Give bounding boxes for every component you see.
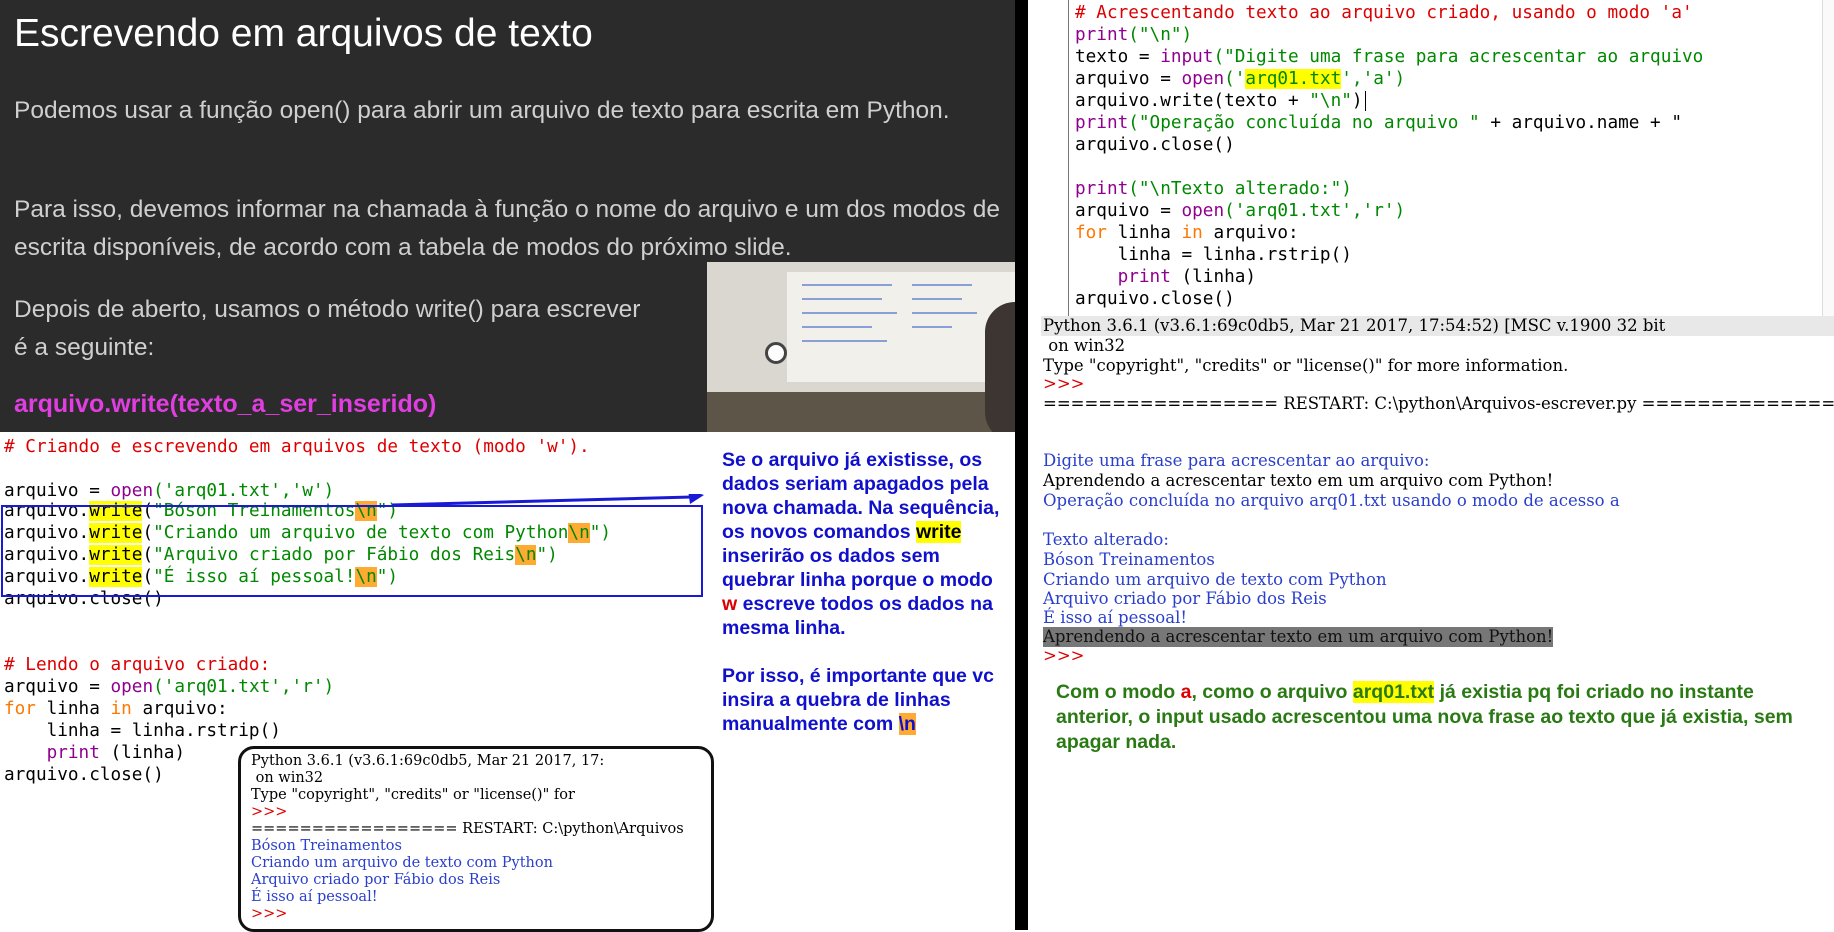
shell-prompt: >>> xyxy=(251,906,288,922)
shell-line: Python 3.6.1 (v3.6.1:69c0db5, Mar 21 201… xyxy=(251,753,605,769)
shell-operation-done: Operação concluída no arquivo arq01.txt … xyxy=(1043,491,1620,510)
shell-line: Type "copyright", "credits" or "license(… xyxy=(251,787,575,803)
shell-output-line: Arquivo criado por Fábio dos Reis xyxy=(1043,589,1327,608)
slide-paragraph-3: Depois de aberto, usamos o método write(… xyxy=(14,291,704,367)
shell-output-line: Arquivo criado por Fábio dos Reis xyxy=(251,872,501,888)
explanation-note: Se o arquivo já existisse, os dados seri… xyxy=(722,448,1012,760)
code-close-2: arquivo.close() xyxy=(4,765,164,785)
code-open-append: arquivo = open('arq01.txt','a') xyxy=(1075,69,1406,89)
slide-paragraph-2: Para isso, devemos informar na chamada à… xyxy=(14,196,1000,261)
code-for-loop-2: for linha in arquivo: xyxy=(1075,223,1299,243)
slide-panel: Escrevendo em arquivos de texto Podemos … xyxy=(0,0,1015,432)
note-paragraph-1: Se o arquivo já existisse, os dados seri… xyxy=(722,449,1000,639)
slide-title: Escrevendo em arquivos de texto xyxy=(14,12,593,55)
slide-code-example: arquivo.write(texto_a_ser_inserido) xyxy=(14,390,437,418)
write-lines-highlight-box xyxy=(1,505,703,597)
code-comment-read: # Lendo o arquivo criado: xyxy=(4,655,271,675)
shell-prompt: >>> xyxy=(1043,646,1085,665)
panel-divider xyxy=(1015,0,1028,930)
shell-header: Python 3.6.1 (v3.6.1:69c0db5, Mar 21 201… xyxy=(1043,316,1666,335)
shell-output-line: Bóson Treinamentos xyxy=(1043,550,1215,569)
shell-prompt: >>> xyxy=(251,804,288,820)
code-open-read-2: arquivo = open('arq01.txt','r') xyxy=(1075,201,1406,221)
shell-output-line: É isso aí pessoal! xyxy=(1043,608,1187,627)
code-open-write: arquivo = open('arq01.txt','w') xyxy=(4,481,335,501)
wall-clock xyxy=(765,342,787,364)
shell-output-card: Python 3.6.1 (v3.6.1:69c0db5, Mar 21 201… xyxy=(238,746,714,932)
editor-scrollbar[interactable] xyxy=(1822,0,1834,316)
slide-paragraph-1: Podemos usar a função open() para abrir … xyxy=(14,97,950,124)
shell-restart-line: ================= RESTART: C:\python\Arq… xyxy=(1043,394,1834,413)
code-print-newline: print("\n") xyxy=(1075,25,1193,45)
code-print-operation: print("Operação concluída no arquivo " +… xyxy=(1075,113,1682,133)
shell-output-line: Criando um arquivo de texto com Python xyxy=(251,855,553,871)
code-comment-write: # Criando e escrevendo em arquivos de te… xyxy=(4,437,590,457)
slide-paragraph-3-line-2: é a seguinte: xyxy=(14,334,155,361)
code-rstrip: linha = linha.rstrip() xyxy=(4,721,281,741)
code-write-append: arquivo.write(texto + "\n") xyxy=(1075,90,1366,112)
code-comment-append: # Acrescentando texto ao arquivo criado,… xyxy=(1075,3,1693,23)
shell-prompt: >>> xyxy=(1043,374,1085,393)
arrow-icon xyxy=(392,494,704,507)
webcam-overlay xyxy=(707,262,1015,432)
code-print-altered: print("\nTexto alterado:") xyxy=(1075,179,1352,199)
shell-user-input: Aprendendo a acrescentar texto em um arq… xyxy=(1043,471,1554,490)
python-shell-output: Python 3.6.1 (v3.6.1:69c0db5, Mar 21 201… xyxy=(1041,316,1834,666)
shell-input-prompt: Digite uma frase para acrescentar ao arq… xyxy=(1043,451,1430,470)
code-print: print (linha) xyxy=(46,743,186,763)
code-rstrip-2: linha = linha.rstrip() xyxy=(1075,245,1352,265)
code-editor-append: # Acrescentando texto ao arquivo criado,… xyxy=(1028,0,1834,316)
slide-paragraph-3-line-1: Depois de aberto, usamos o método write(… xyxy=(14,296,641,323)
shell-platform: on win32 xyxy=(1043,336,1126,355)
shelf xyxy=(707,392,1015,432)
code-close-append: arquivo.close() xyxy=(1075,135,1235,155)
shell-line: on win32 xyxy=(251,770,324,786)
code-open-read: arquivo = open('arq01.txt','r') xyxy=(4,677,335,697)
shell-output-line: Criando um arquivo de texto com Python xyxy=(1043,570,1387,589)
shell-output-line: Bóson Treinamentos xyxy=(251,838,402,854)
code-input: texto = input("Digite uma frase para acr… xyxy=(1075,47,1704,67)
shell-altered-header: Texto alterado: xyxy=(1043,530,1169,549)
code-close-append-2: arquivo.close() xyxy=(1075,289,1235,309)
code-print-2: print (linha) xyxy=(1117,267,1257,287)
presenter xyxy=(985,302,1015,432)
code-for-loop: for linha in arquivo: xyxy=(4,699,228,719)
shell-restart-line: ================= RESTART: C:\python\Arq… xyxy=(251,821,684,837)
append-mode-note: Com o modo a, como o arquivo arq01.txt j… xyxy=(1056,681,1793,753)
shell-output-line: É isso aí pessoal! xyxy=(251,889,378,905)
note-paragraph-2: Por isso, é importante que vc insira a q… xyxy=(722,665,994,735)
shell-type-line: Type "copyright", "credits" or "license(… xyxy=(1043,356,1569,375)
shell-selected-line[interactable]: Aprendendo a acrescentar texto em um arq… xyxy=(1043,627,1554,647)
